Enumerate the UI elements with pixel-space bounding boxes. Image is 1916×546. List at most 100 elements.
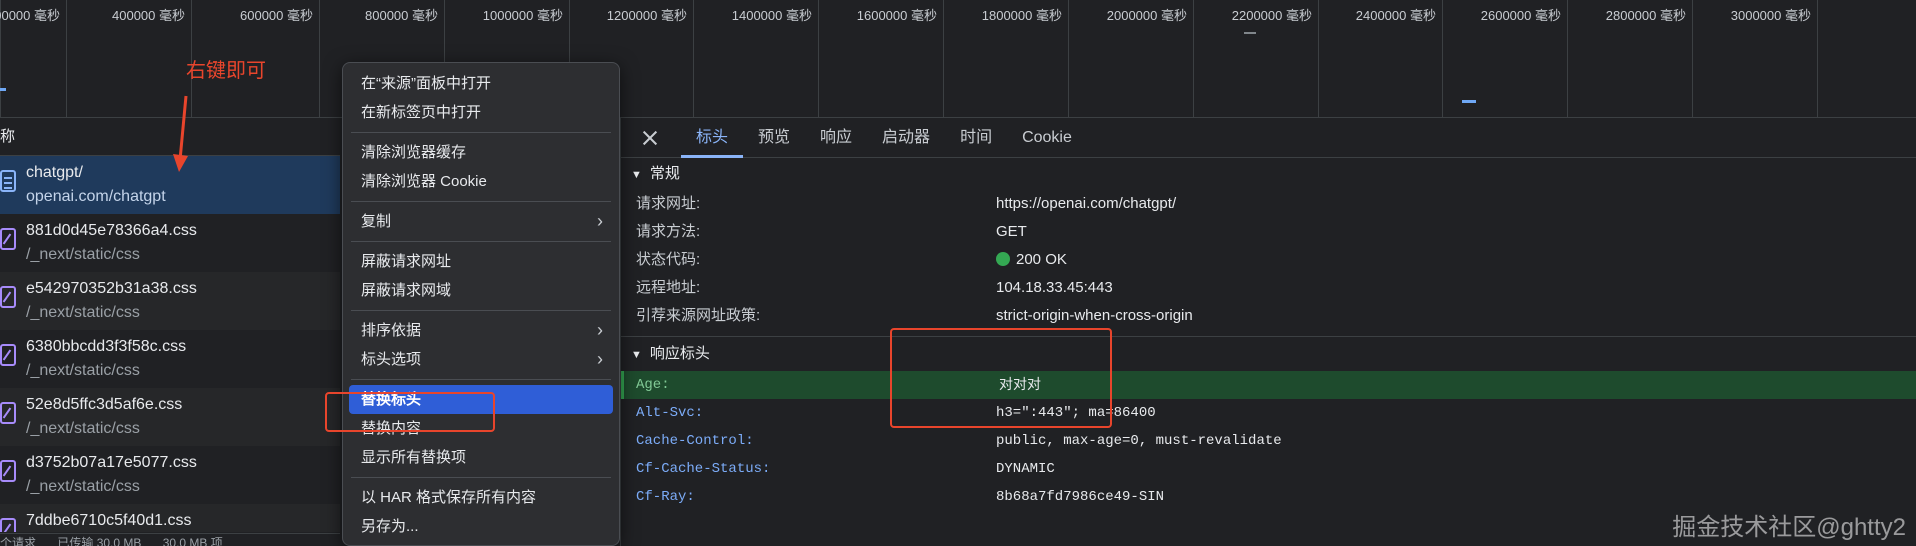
general-row: 请求方法: GET <box>621 218 1916 246</box>
request-name: chatgpt/ <box>26 164 83 181</box>
menu-item-label: 排序依据 <box>361 322 422 339</box>
request-name: 7ddbe6710c5f40d1.css <box>26 512 192 529</box>
header-value: public, max-age=0, must-revalidate <box>996 433 1282 449</box>
response-headers-section-header[interactable]: ▼ 响应标头 <box>621 337 1916 371</box>
request-row[interactable]: 7ddbe6710c5f40d1.css <box>0 504 340 532</box>
row-value: 104.18.33.45:443 <box>996 279 1113 296</box>
watermark: 掘金技术社区@ghtty2 <box>1672 514 1906 541</box>
tab-cookies[interactable]: Cookie <box>1007 118 1087 158</box>
stylesheet-icon <box>0 402 16 424</box>
details-tabbar: 标头 预览 响应 启动器 时间 Cookie <box>621 118 1916 158</box>
annotation-arrow-icon <box>173 95 188 172</box>
row-value: https://openai.com/chatgpt/ <box>996 195 1177 212</box>
row-key: 引荐来源网址政策: <box>636 307 761 324</box>
collapse-triangle-icon: ▼ <box>631 349 642 361</box>
tab-initiator[interactable]: 启动器 <box>867 118 945 158</box>
timeline-tick: 200000 毫秒 <box>0 0 66 118</box>
header-value: 8b68a7fd7986ce49-SIN <box>996 489 1165 505</box>
stylesheet-icon <box>0 518 16 532</box>
menu-item-copy[interactable]: 复制 › <box>343 207 619 236</box>
menu-separator <box>351 132 611 133</box>
request-path: openai.com/chatgpt <box>26 188 166 205</box>
collapse-triangle-icon: ▼ <box>631 169 642 181</box>
menu-item-show-all-overrides[interactable]: 显示所有替换项 <box>343 443 619 472</box>
header-name: Cf-Ray: <box>636 489 695 505</box>
tick-label: 1600000 毫秒 <box>856 8 937 23</box>
request-list: 称 chatgpt/ openai.com/chatgpt 881d0d45e7… <box>0 118 340 546</box>
request-details-panel: 标头 预览 响应 启动器 时间 Cookie ▼ 常规 请求网址: https://… <box>620 118 1916 546</box>
menu-item-open-in-new-tab[interactable]: 在新标签页中打开 <box>343 98 619 127</box>
chevron-right-icon: › <box>597 211 603 231</box>
tick-label: 1400000 毫秒 <box>731 8 812 23</box>
tab-headers[interactable]: 标头 <box>681 118 744 158</box>
timeline-tick: 2200000 毫秒 <box>1193 0 1318 118</box>
timeline-request-bar <box>1462 100 1476 103</box>
annotation-box-override-headers <box>325 392 495 432</box>
response-headers-title: 响应标头 <box>649 345 710 362</box>
close-icon[interactable] <box>641 129 659 147</box>
timeline-tick: 2600000 毫秒 <box>1442 0 1567 118</box>
menu-separator <box>351 310 611 311</box>
resources-size: 30.0 MB 项 <box>162 536 223 546</box>
tick-label: 2400000 毫秒 <box>1355 8 1436 23</box>
network-status-bar: 个请求 已传输 30.0 MB 30.0 MB 项 <box>0 533 340 546</box>
request-row[interactable]: d3752b07a17e5077.css /_next/static/css <box>0 446 340 504</box>
timeline-tick: 1600000 毫秒 <box>818 0 943 118</box>
stylesheet-icon <box>0 286 16 308</box>
request-path: /_next/static/css <box>26 420 140 437</box>
request-name: d3752b07a17e5077.css <box>26 454 197 471</box>
response-header-row-overridden: Age: 对对对 <box>621 371 1916 399</box>
menu-item-clear-cookies[interactable]: 清除浏览器 Cookie <box>343 167 619 196</box>
transferred-size: 已传输 30.0 MB <box>57 536 142 546</box>
header-name: Cache-Control: <box>636 433 754 449</box>
request-name: 52e8d5ffc3d5af6e.css <box>26 396 183 413</box>
request-path: /_next/static/css <box>26 246 140 263</box>
request-name: e542970352b31a38.css <box>26 280 197 297</box>
response-header-row: Cf-Cache-Status: DYNAMIC <box>621 455 1916 483</box>
row-value: strict-origin-when-cross-origin <box>996 307 1193 324</box>
tab-timing[interactable]: 时间 <box>945 118 1007 158</box>
tick-label: 2000000 毫秒 <box>1106 8 1187 23</box>
timeline-tick: 2000000 毫秒 <box>1068 0 1193 118</box>
general-section-title: 常规 <box>649 165 680 182</box>
request-row[interactable]: 881d0d45e78366a4.css /_next/static/css <box>0 214 340 272</box>
row-key: 远程地址: <box>636 279 701 296</box>
timeline-tick: 3000000 毫秒 <box>1692 0 1817 118</box>
row-key: 请求方法: <box>636 223 701 240</box>
chevron-right-icon: › <box>597 320 603 340</box>
request-path: /_next/static/css <box>26 478 140 495</box>
tab-response[interactable]: 响应 <box>805 118 867 158</box>
request-row[interactable]: e542970352b31a38.css /_next/static/css <box>0 272 340 330</box>
response-header-row: Alt-Svc: h3=":443"; ma=86400 <box>621 399 1916 427</box>
request-path: /_next/static/css <box>26 362 140 379</box>
menu-item-header-options[interactable]: 标头选项 › <box>343 345 619 374</box>
chevron-right-icon: › <box>597 349 603 369</box>
menu-item-save-all-as-har[interactable]: 以 HAR 格式保存所有内容 <box>343 483 619 512</box>
tick-label: 800000 毫秒 <box>365 8 438 23</box>
context-menu: 在“来源”面板中打开 在新标签页中打开 清除浏览器缓存 清除浏览器 Cookie… <box>342 62 620 546</box>
request-row[interactable]: 6380bbcdd3f3f58c.css /_next/static/css <box>0 330 340 388</box>
tick-label: 400000 毫秒 <box>112 8 185 23</box>
tick-label: 3000000 毫秒 <box>1730 8 1811 23</box>
request-name: 881d0d45e78366a4.css <box>26 222 197 239</box>
menu-item-save-as[interactable]: 另存为... <box>343 512 619 541</box>
menu-separator <box>351 477 611 478</box>
stylesheet-icon <box>0 228 16 250</box>
menu-item-sort-by[interactable]: 排序依据 › <box>343 316 619 345</box>
menu-item-clear-cache[interactable]: 清除浏览器缓存 <box>343 138 619 167</box>
header-name: Age: <box>636 377 670 393</box>
header-name: Cf-Cache-Status: <box>636 461 771 477</box>
general-section-header[interactable]: ▼ 常规 <box>621 158 1916 190</box>
menu-item-block-domain[interactable]: 屏蔽请求网域 <box>343 276 619 305</box>
tab-preview[interactable]: 预览 <box>743 118 805 158</box>
timeline-tick <box>1817 0 1916 118</box>
menu-item-label: 复制 <box>361 213 392 230</box>
timeline-overview[interactable]: 200000 毫秒 400000 毫秒 600000 毫秒 800000 毫秒 … <box>0 0 1916 118</box>
request-name: 6380bbcdd3f3f58c.css <box>26 338 187 355</box>
request-row[interactable]: 52e8d5ffc3d5af6e.css /_next/static/css <box>0 388 340 446</box>
menu-item-label: 标头选项 <box>361 351 422 368</box>
tick-label: 1200000 毫秒 <box>606 8 687 23</box>
menu-item-block-url[interactable]: 屏蔽请求网址 <box>343 247 619 276</box>
menu-item-open-in-sources[interactable]: 在“来源”面板中打开 <box>343 69 619 98</box>
row-value: GET <box>996 223 1027 240</box>
